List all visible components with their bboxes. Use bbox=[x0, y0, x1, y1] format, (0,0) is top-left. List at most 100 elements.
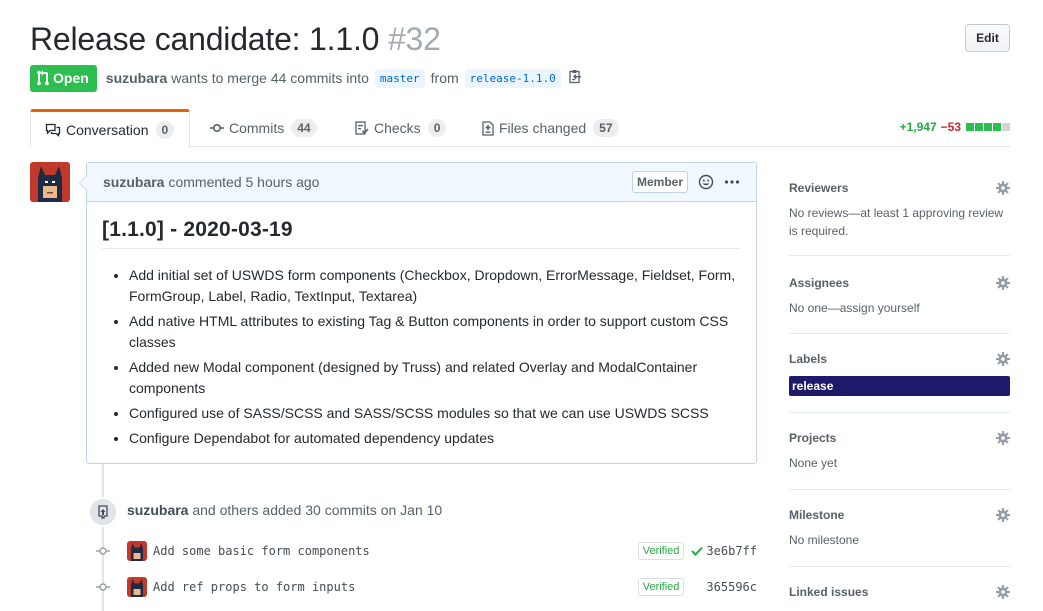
verified-badge[interactable]: Verified bbox=[637, 578, 685, 596]
commit-message[interactable]: Add some basic form components bbox=[153, 544, 370, 558]
list-item: Configure Dependabot for automated depen… bbox=[129, 428, 741, 449]
tab-counter: 0 bbox=[427, 119, 447, 137]
diffstat-block bbox=[966, 123, 974, 131]
gear-icon[interactable] bbox=[996, 181, 1010, 195]
diffstat-block bbox=[984, 123, 992, 131]
tab-label: Checks bbox=[374, 120, 421, 136]
diffstat-deletions: −53 bbox=[940, 120, 961, 134]
tab-label: Conversation bbox=[66, 121, 149, 138]
avatar[interactable] bbox=[127, 541, 147, 561]
sidebar-projects: Projects None yet bbox=[789, 428, 1010, 490]
gear-icon[interactable] bbox=[996, 431, 1010, 445]
sidebar-heading[interactable]: Assignees bbox=[789, 273, 1010, 293]
list-item: Add initial set of USWDS form components… bbox=[129, 265, 741, 307]
sidebar-heading[interactable]: Projects bbox=[789, 428, 1010, 448]
changelog-list: Add initial set of USWDS form components… bbox=[102, 265, 741, 449]
avatar[interactable] bbox=[127, 577, 147, 597]
diffstat-block bbox=[993, 123, 1001, 131]
sidebar-milestone: Milestone No milestone bbox=[789, 505, 1010, 567]
checklist-icon bbox=[355, 121, 369, 135]
edit-button[interactable]: Edit bbox=[965, 24, 1010, 52]
commit-icon bbox=[96, 582, 110, 592]
comment-author[interactable]: suzubara bbox=[103, 174, 164, 190]
status-badge: Open bbox=[30, 64, 97, 92]
comment-heading: [1.1.0] - 2020-03-19 bbox=[102, 218, 741, 249]
gear-icon[interactable] bbox=[996, 352, 1010, 366]
label-release[interactable]: release bbox=[789, 376, 1010, 396]
commits-author[interactable]: suzubara bbox=[127, 502, 188, 518]
pr-header: Release candidate: 1.1.0 #32 Edit bbox=[30, 18, 1010, 62]
diffstat: +1,947 −53 bbox=[900, 120, 1010, 134]
repo-push-icon bbox=[88, 497, 118, 527]
diffstat-block bbox=[1002, 123, 1010, 131]
sidebar-reviewers: Reviewers No reviews—at least 1 approvin… bbox=[789, 178, 1010, 256]
comment-discussion-icon bbox=[45, 123, 61, 137]
commits-date: on Jan 10 bbox=[380, 502, 443, 518]
check-icon[interactable] bbox=[691, 546, 704, 556]
list-item: Added new Modal component (designed by T… bbox=[129, 357, 741, 399]
member-badge: Member bbox=[631, 171, 688, 193]
commit-icon bbox=[210, 123, 224, 133]
sidebar-text: No milestone bbox=[789, 533, 860, 547]
avatar[interactable] bbox=[30, 162, 70, 202]
pr-title: Release candidate: 1.1.0 bbox=[30, 21, 380, 57]
diffstat-block bbox=[975, 123, 983, 131]
tab-bar: Conversation 0 Commits 44 Checks 0 Files… bbox=[30, 109, 1010, 148]
tab-commits[interactable]: Commits 44 bbox=[196, 109, 331, 147]
commits-text: and others added 30 commits bbox=[192, 502, 377, 518]
sidebar-assignees: Assignees No one—assign yourself bbox=[789, 273, 1010, 334]
gear-icon[interactable] bbox=[996, 508, 1010, 522]
tab-files-changed[interactable]: Files changed 57 bbox=[468, 109, 633, 147]
comment-timestamp[interactable]: commented 5 hours ago bbox=[168, 174, 319, 190]
commit-message[interactable]: Add ref props to form inputs bbox=[153, 580, 355, 594]
commit-sha[interactable]: 3e6b7ff bbox=[706, 544, 757, 558]
verified-badge[interactable]: Verified bbox=[637, 542, 685, 560]
sidebar-labels: Labels release bbox=[789, 349, 1010, 413]
kebab-horizontal-icon[interactable] bbox=[724, 179, 740, 185]
comment-header: suzubara commented 5 hours ago Member bbox=[87, 163, 756, 202]
commit-sha[interactable]: 365596c bbox=[706, 580, 757, 594]
sidebar-text: None yet bbox=[789, 456, 838, 470]
page-title: Release candidate: 1.1.0 #32 bbox=[30, 18, 1010, 60]
gear-icon[interactable] bbox=[996, 276, 1010, 290]
diffstat-additions: +1,947 bbox=[899, 120, 937, 134]
sidebar-heading[interactable]: Reviewers bbox=[789, 178, 1010, 198]
sidebar-title: Projects bbox=[789, 431, 837, 445]
sidebar-heading[interactable]: Milestone bbox=[789, 505, 1010, 525]
status-label: Open bbox=[53, 70, 89, 86]
commits-summary: suzubara and others added 30 commits on … bbox=[127, 502, 442, 518]
comment-body: [1.1.0] - 2020-03-19 Add initial set of … bbox=[87, 202, 756, 469]
pr-number: #32 bbox=[387, 21, 441, 57]
tab-label: Files changed bbox=[499, 120, 587, 136]
sidebar-title: Reviewers bbox=[789, 181, 849, 195]
list-item: Configured use of SASS/SCSS and SASS/SCS… bbox=[129, 403, 741, 424]
sidebar-title: Labels bbox=[789, 352, 828, 366]
author-link[interactable]: suzubara bbox=[106, 70, 167, 86]
sidebar-linked-issues: Linked issues bbox=[789, 582, 1010, 610]
sidebar-heading[interactable]: Labels bbox=[789, 349, 1010, 369]
commit-icon bbox=[96, 546, 110, 556]
clipboard-icon[interactable] bbox=[569, 69, 582, 87]
commit-row: Add ref props to form inputs Verified 36… bbox=[96, 576, 757, 598]
assign-yourself-link[interactable]: No one—assign yourself bbox=[789, 299, 1010, 317]
gear-icon[interactable] bbox=[996, 585, 1010, 599]
tab-counter: 57 bbox=[593, 119, 619, 137]
list-item: Add native HTML attributes to existing T… bbox=[129, 311, 741, 353]
tab-counter: 44 bbox=[291, 119, 317, 137]
sidebar-title: Linked issues bbox=[789, 585, 869, 599]
head-branch[interactable]: release-1.1.0 bbox=[464, 68, 561, 88]
smiley-icon[interactable] bbox=[698, 174, 714, 190]
tab-checks[interactable]: Checks 0 bbox=[341, 109, 460, 147]
sidebar-title: Milestone bbox=[789, 508, 845, 522]
from-text: from bbox=[430, 70, 459, 86]
commit-row: Add some basic form components Verified … bbox=[96, 540, 757, 562]
pull-request-icon bbox=[37, 70, 49, 86]
sidebar-heading[interactable]: Linked issues bbox=[789, 582, 1010, 602]
tab-counter: 0 bbox=[155, 120, 175, 139]
file-diff-icon bbox=[482, 120, 494, 136]
pr-meta: Open suzubara wants to merge 44 commits … bbox=[30, 64, 582, 92]
comment-box: suzubara commented 5 hours ago Member [1… bbox=[79, 162, 757, 464]
tab-label: Commits bbox=[229, 120, 285, 136]
tab-conversation[interactable]: Conversation 0 bbox=[30, 109, 190, 148]
base-branch[interactable]: master bbox=[374, 68, 425, 88]
